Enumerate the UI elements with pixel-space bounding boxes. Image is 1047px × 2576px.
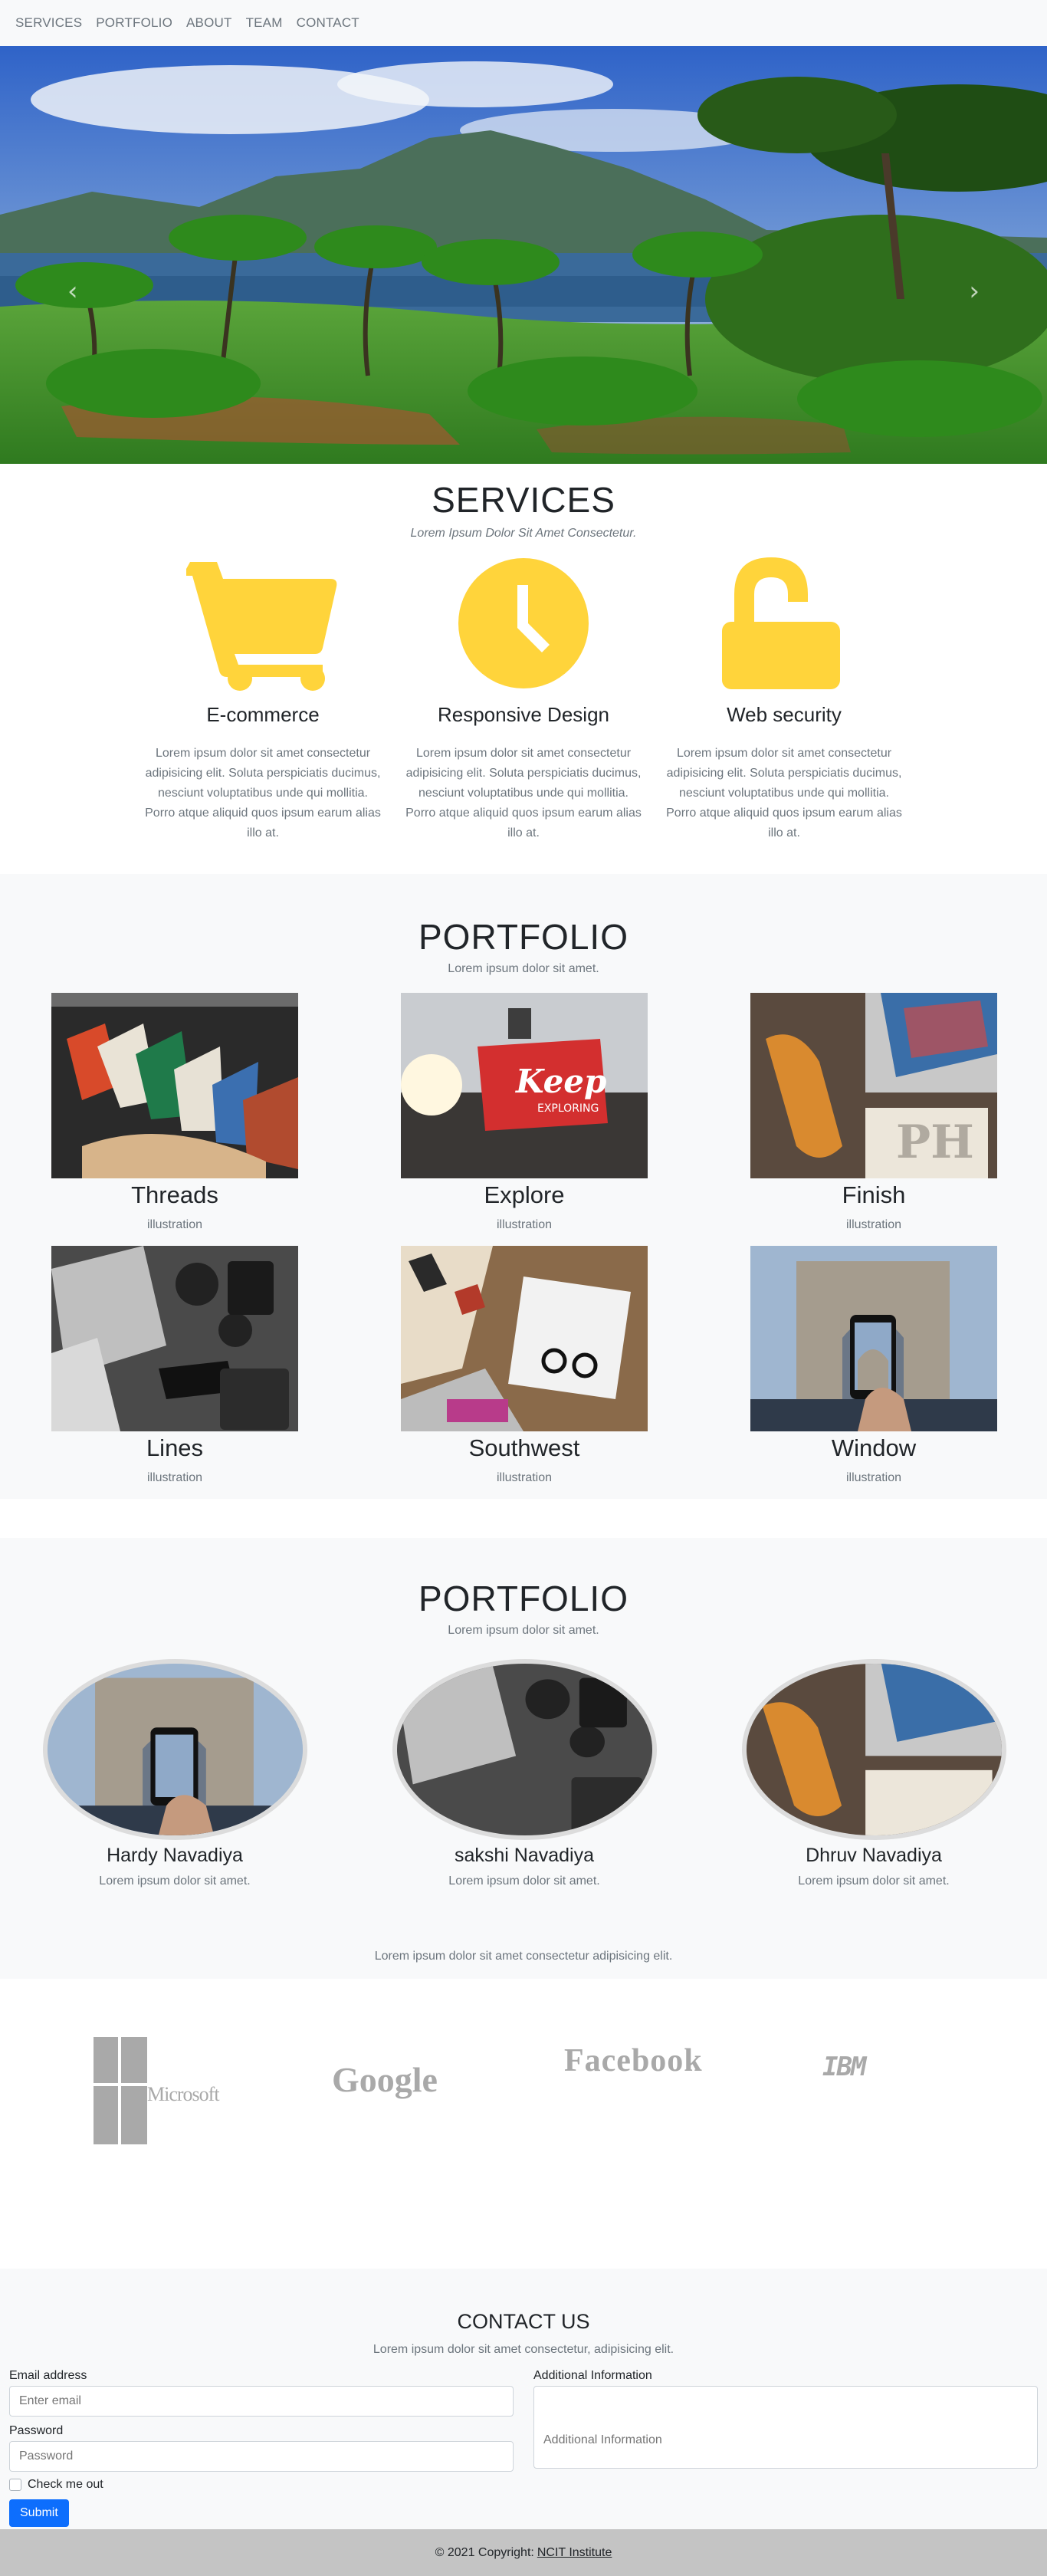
portfolio-item[interactable]: Southwest illustration — [350, 1246, 699, 1499]
ibm-logo: IBM — [822, 2052, 866, 2082]
service-text: Lorem ipsum dolor sit amet consectetur a… — [145, 747, 381, 840]
team-member: sakshi Navadiya Lorem ipsum dolor sit am… — [350, 1659, 699, 1888]
carousel-prev-icon[interactable]: ‹ — [67, 276, 78, 307]
team-blurb: Lorem ipsum dolor sit amet consectetur a… — [374, 1950, 673, 1963]
windows-icon — [94, 2037, 147, 2144]
service-card: Web security Lorem ipsum dolor sit amet … — [654, 554, 914, 843]
footer-link[interactable]: NCIT Institute — [537, 2546, 612, 2560]
checkbox-label: Check me out — [28, 2478, 103, 2491]
portfolio-subtitle: Lorem ipsum dolor sit amet. — [448, 962, 599, 975]
window-image — [750, 1246, 997, 1431]
email-label: Email address — [9, 2369, 87, 2382]
service-title: Web security — [727, 703, 842, 726]
portfolio-item-title: Lines — [146, 1434, 204, 1461]
services-title: SERVICES — [432, 480, 615, 520]
team-subtitle: Lorem ipsum dolor sit amet. — [448, 1624, 599, 1637]
service-text: Lorem ipsum dolor sit amet consectetur a… — [666, 747, 902, 840]
portfolio-section: PORTFOLIO Lorem ipsum dolor sit amet. Th… — [0, 874, 1047, 1499]
checkbox[interactable] — [9, 2479, 21, 2491]
portfolio-item-caption: illustration — [496, 1471, 553, 1484]
services-section: SERVICES Lorem Ipsum Dolor Sit Amet Cons… — [0, 464, 1047, 874]
portfolio-item-title: Explore — [484, 1181, 565, 1208]
team-title: PORTFOLIO — [418, 1579, 629, 1618]
explore-image: Keep EXPLORING — [401, 993, 648, 1178]
avatar — [392, 1659, 657, 1840]
portfolio-item-caption: illustration — [845, 1471, 902, 1484]
clock-icon — [393, 554, 654, 692]
member-name: sakshi Navadiya — [454, 1845, 595, 1866]
hero-landscape-image — [0, 46, 1047, 464]
service-title: Responsive Design — [437, 703, 609, 726]
contact-title: CONTACT US — [457, 2310, 590, 2333]
password-label: Password — [9, 2424, 64, 2437]
nav-link-portfolio[interactable]: PORTFOLIO — [96, 15, 172, 31]
service-card: Responsive Design Lorem ipsum dolor sit … — [393, 554, 654, 843]
portfolio-item[interactable]: Keep EXPLORING Explore illustration — [350, 993, 699, 1246]
member-text: Lorem ipsum dolor sit amet. — [798, 1875, 950, 1888]
hero-carousel: ‹ › — [0, 46, 1047, 464]
client-logos: Microsoft Google Facebook IBM — [0, 1979, 1047, 2269]
southwest-image — [401, 1246, 648, 1431]
portfolio-title: PORTFOLIO — [418, 917, 629, 957]
services-subtitle: Lorem Ipsum Dolor Sit Amet Consectetur. — [410, 527, 637, 540]
team-member: Dhruv Navadiya Lorem ipsum dolor sit ame… — [699, 1659, 1047, 1888]
additional-info-field[interactable] — [533, 2386, 1038, 2469]
avatar — [741, 1659, 1006, 1840]
section-spacer — [0, 1499, 1047, 1538]
member-name: Hardy Navadiya — [107, 1845, 243, 1866]
footer: © 2021 Copyright: NCIT Institute — [0, 2529, 1047, 2576]
service-text: Lorem ipsum dolor sit amet consectetur a… — [405, 747, 642, 840]
member-text: Lorem ipsum dolor sit amet. — [99, 1875, 251, 1888]
nav-link-team[interactable]: TEAM — [246, 15, 283, 31]
google-logo: Google — [332, 2060, 438, 2099]
nav-link-about[interactable]: ABOUT — [186, 15, 232, 31]
portfolio-item-title: Window — [831, 1434, 917, 1461]
finish-letters: PH — [896, 1116, 974, 1169]
portfolio-item-caption: illustration — [496, 1218, 553, 1231]
portfolio-item-caption: illustration — [146, 1471, 203, 1484]
unlock-icon — [654, 554, 914, 692]
lines-image — [51, 1246, 298, 1431]
finish-image: PH — [750, 993, 997, 1178]
team-section: PORTFOLIO Lorem ipsum dolor sit amet. Ha… — [0, 1538, 1047, 1979]
avatar — [42, 1659, 307, 1840]
member-text: Lorem ipsum dolor sit amet. — [448, 1875, 600, 1888]
portfolio-item-title: Threads — [131, 1181, 218, 1208]
password-field[interactable] — [9, 2441, 514, 2472]
explore-sign-text: Keep — [515, 1063, 606, 1100]
portfolio-item-title: Finish — [842, 1181, 906, 1208]
carousel-next-icon[interactable]: › — [969, 276, 980, 307]
portfolio-item[interactable]: Threads illustration — [0, 993, 350, 1246]
team-member: Hardy Navadiya Lorem ipsum dolor sit ame… — [0, 1659, 350, 1888]
service-card: E-commerce Lorem ipsum dolor sit amet co… — [133, 554, 393, 843]
top-navbar: SERVICES PORTFOLIO ABOUT TEAM CONTACT — [0, 0, 1047, 46]
copyright-text: © 2021 Copyright: — [435, 2545, 534, 2559]
portfolio-item-caption: illustration — [146, 1218, 203, 1231]
shopping-cart-icon — [133, 554, 393, 692]
nav-link-contact[interactable]: CONTACT — [297, 15, 359, 31]
portfolio-item-caption: illustration — [845, 1218, 902, 1231]
contact-subtitle: Lorem ipsum dolor sit amet consectetur, … — [373, 2343, 674, 2356]
contact-section: CONTACT US Lorem ipsum dolor sit amet co… — [0, 2269, 1047, 2529]
portfolio-item[interactable]: Lines illustration — [0, 1246, 350, 1499]
portfolio-item[interactable]: PH Finish illustration — [699, 993, 1047, 1246]
service-title: E-commerce — [206, 703, 320, 726]
nav-link-services[interactable]: SERVICES — [15, 15, 82, 31]
explore-sign-subtext: EXPLORING — [537, 1102, 599, 1115]
portfolio-item-title: Southwest — [468, 1434, 580, 1461]
portfolio-item[interactable]: Window illustration — [699, 1246, 1047, 1499]
additional-info-label: Additional Information — [533, 2369, 652, 2382]
check-me-out: Check me out — [9, 2478, 514, 2492]
submit-button[interactable]: Submit — [9, 2499, 69, 2527]
threads-image — [51, 993, 298, 1178]
member-name: Dhruv Navadiya — [806, 1845, 942, 1866]
facebook-logo: Facebook — [564, 2043, 703, 2078]
microsoft-logo: Microsoft — [94, 2037, 220, 2144]
email-field[interactable] — [9, 2386, 514, 2417]
